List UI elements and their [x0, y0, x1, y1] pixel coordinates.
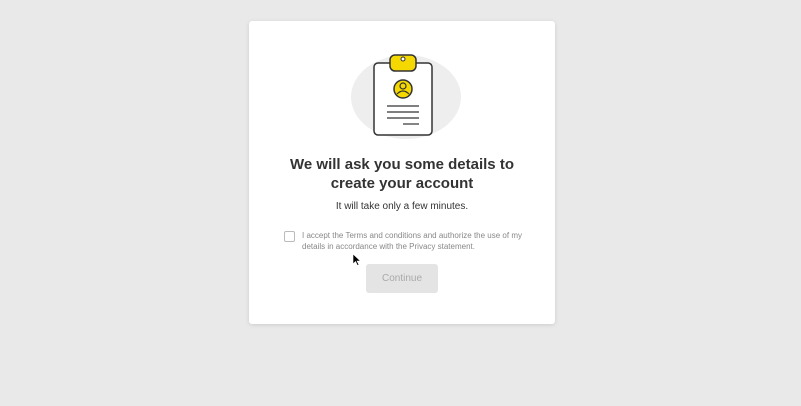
continue-button[interactable]: Continue — [366, 264, 438, 293]
title-line-2: create your account — [330, 175, 474, 192]
page-title: We will ask you some details to create y… — [249, 155, 555, 193]
signup-intro-card: We will ask you some details to create y… — [249, 21, 555, 324]
clipboard-user-icon — [351, 54, 461, 139]
terms-consent: I accept the Terms and conditions and au… — [284, 230, 524, 252]
terms-checkbox[interactable] — [284, 231, 295, 242]
mouse-cursor-icon — [353, 254, 361, 266]
terms-consent-text: I accept the Terms and conditions and au… — [302, 231, 522, 251]
subtitle: It will take only a few minutes. — [335, 201, 469, 212]
title-line-1: We will ask you some details to — [290, 156, 514, 173]
